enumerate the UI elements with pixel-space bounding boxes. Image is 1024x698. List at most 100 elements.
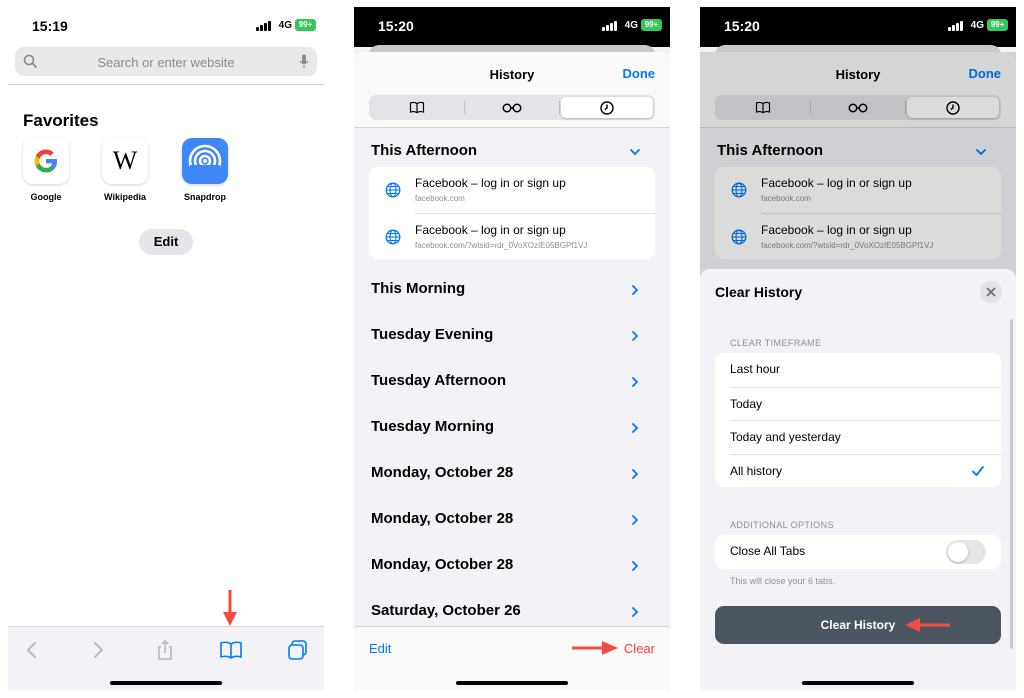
status-bar: 15:19 4G 99+ [8, 7, 324, 47]
signal-icon [602, 21, 618, 31]
chevron-right-icon[interactable] [630, 469, 640, 479]
sheet-header: History Done [354, 52, 670, 128]
battery-icon: 99+ [295, 19, 316, 31]
history-entries-card: Facebook – log in or sign up facebook.co… [369, 167, 655, 259]
bookmarks-icon [409, 101, 425, 114]
favorite-label: Wikipedia [104, 192, 146, 202]
section-tuesday-morning[interactable]: Tuesday Morning [371, 418, 494, 435]
back-icon[interactable] [20, 639, 44, 661]
entry-title: Facebook – log in or sign up [415, 223, 566, 237]
segmented-control [369, 95, 655, 120]
close-button[interactable] [980, 281, 1002, 303]
toggle-knob [948, 542, 968, 562]
favorites-heading: Favorites [23, 111, 99, 130]
chevron-down-icon[interactable] [630, 147, 640, 157]
status-time: 15:20 [378, 18, 414, 34]
section-tuesday-evening[interactable]: Tuesday Evening [371, 326, 493, 343]
history-sheet: History Done This Afternoon Facebook – l… [354, 52, 670, 691]
search-bar[interactable]: Search or enter website [15, 47, 317, 76]
done-button[interactable]: Done [623, 66, 656, 81]
history-entry[interactable]: Facebook – log in or sign up facebook.co… [385, 213, 655, 259]
close-all-tabs-row: Close All Tabs [730, 535, 1001, 569]
additional-options-header: ADDITIONAL OPTIONS [730, 520, 834, 530]
option-all-history[interactable]: All history [730, 453, 1001, 488]
google-icon [23, 138, 69, 184]
annotation-arrow-down [223, 590, 237, 626]
tabs-icon[interactable] [286, 639, 310, 661]
history-bottom-bar: Edit Clear [354, 626, 670, 691]
divider [8, 84, 324, 85]
favorite-label: Snapdrop [184, 192, 226, 202]
option-last-hour[interactable]: Last hour [730, 353, 1001, 387]
network-label: 4G [278, 20, 292, 31]
modal-title: Clear History [715, 284, 803, 300]
annotation-arrow-left [905, 618, 950, 632]
chevron-right-icon[interactable] [630, 515, 640, 525]
forward-icon[interactable] [86, 639, 110, 661]
status-time: 15:19 [32, 18, 68, 34]
microphone-icon[interactable] [299, 54, 309, 69]
share-icon[interactable] [153, 639, 177, 661]
option-today[interactable]: Today [730, 386, 1001, 421]
globe-icon [385, 229, 401, 245]
clear-history-sheet: Clear History CLEAR TIMEFRAME Last hour … [700, 269, 1016, 691]
history-screen: 15:20 4G 99+ History Done This Afternoon… [354, 7, 670, 691]
section-this-morning[interactable]: This Morning [371, 280, 465, 297]
checkmark-icon [972, 465, 984, 476]
chevron-right-icon[interactable] [630, 377, 640, 387]
option-label: All history [730, 463, 783, 478]
reading-list-icon [502, 103, 522, 112]
annotation-arrow-right [572, 641, 618, 655]
chevron-right-icon[interactable] [630, 607, 640, 617]
favorite-wikipedia[interactable]: W Wikipedia [85, 138, 165, 202]
signal-icon [948, 21, 964, 31]
additional-options: Close All Tabs [715, 535, 1001, 569]
tab-bookmarks[interactable] [371, 97, 463, 118]
signal-icon [256, 21, 272, 31]
separator [464, 101, 465, 114]
chevron-right-icon[interactable] [630, 331, 640, 341]
home-indicator [456, 681, 568, 685]
home-indicator [110, 681, 222, 685]
clear-history-button[interactable]: Clear History [715, 606, 1001, 644]
section-monday-october-28[interactable]: Monday, October 28 [371, 464, 513, 481]
scroll-indicator [1010, 319, 1013, 649]
option-today-and-yesterday[interactable]: Today and yesterday [730, 420, 1001, 454]
chevron-right-icon[interactable] [630, 423, 640, 433]
option-label: Today and yesterday [730, 430, 841, 444]
favorite-google[interactable]: Google [8, 138, 86, 202]
safari-start-page-screen: 15:19 4G 99+ Search or enter website Fav… [8, 7, 324, 691]
section-saturday-october-26[interactable]: Saturday, October 26 [371, 602, 521, 619]
section-tuesday-afternoon[interactable]: Tuesday Afternoon [371, 372, 506, 389]
favorite-snapdrop[interactable]: Snapdrop [165, 138, 245, 202]
search-input[interactable]: Search or enter website [15, 55, 317, 70]
battery-icon: 99+ [987, 19, 1008, 31]
bookmarks-icon[interactable] [219, 639, 243, 661]
history-entry[interactable]: Facebook – log in or sign up facebook.co… [369, 167, 655, 213]
tab-reading-list[interactable] [466, 97, 558, 118]
close-all-tabs-toggle[interactable] [946, 540, 986, 564]
globe-icon [385, 182, 401, 198]
chevron-right-icon[interactable] [630, 285, 640, 295]
status-bar: 15:20 4G 99+ [700, 7, 1016, 47]
wikipedia-icon: W [102, 138, 148, 184]
clear-history-screen: 15:20 4G 99+ History Done This Afternoon… [700, 7, 1016, 691]
status-time: 15:20 [724, 18, 760, 34]
tab-history[interactable] [561, 97, 653, 118]
section-monday-october-28[interactable]: Monday, October 28 [371, 510, 513, 527]
chevron-right-icon[interactable] [630, 561, 640, 571]
edit-favorites-button[interactable]: Edit [139, 229, 193, 255]
network-label: 4G [970, 20, 984, 31]
option-label: Close All Tabs [730, 544, 806, 558]
home-indicator [802, 681, 914, 685]
battery-icon: 99+ [641, 19, 662, 31]
clear-button[interactable]: Clear [624, 641, 655, 656]
section-monday-october-28[interactable]: Monday, October 28 [371, 556, 513, 573]
snapdrop-icon [182, 138, 228, 184]
close-tabs-note: This will close your 6 tabs. [730, 576, 836, 586]
entry-url: facebook.com [415, 194, 465, 203]
favorite-label: Google [30, 192, 62, 202]
section-this-afternoon[interactable]: This Afternoon [371, 142, 477, 159]
bottom-toolbar [8, 626, 324, 691]
edit-button[interactable]: Edit [369, 641, 391, 656]
